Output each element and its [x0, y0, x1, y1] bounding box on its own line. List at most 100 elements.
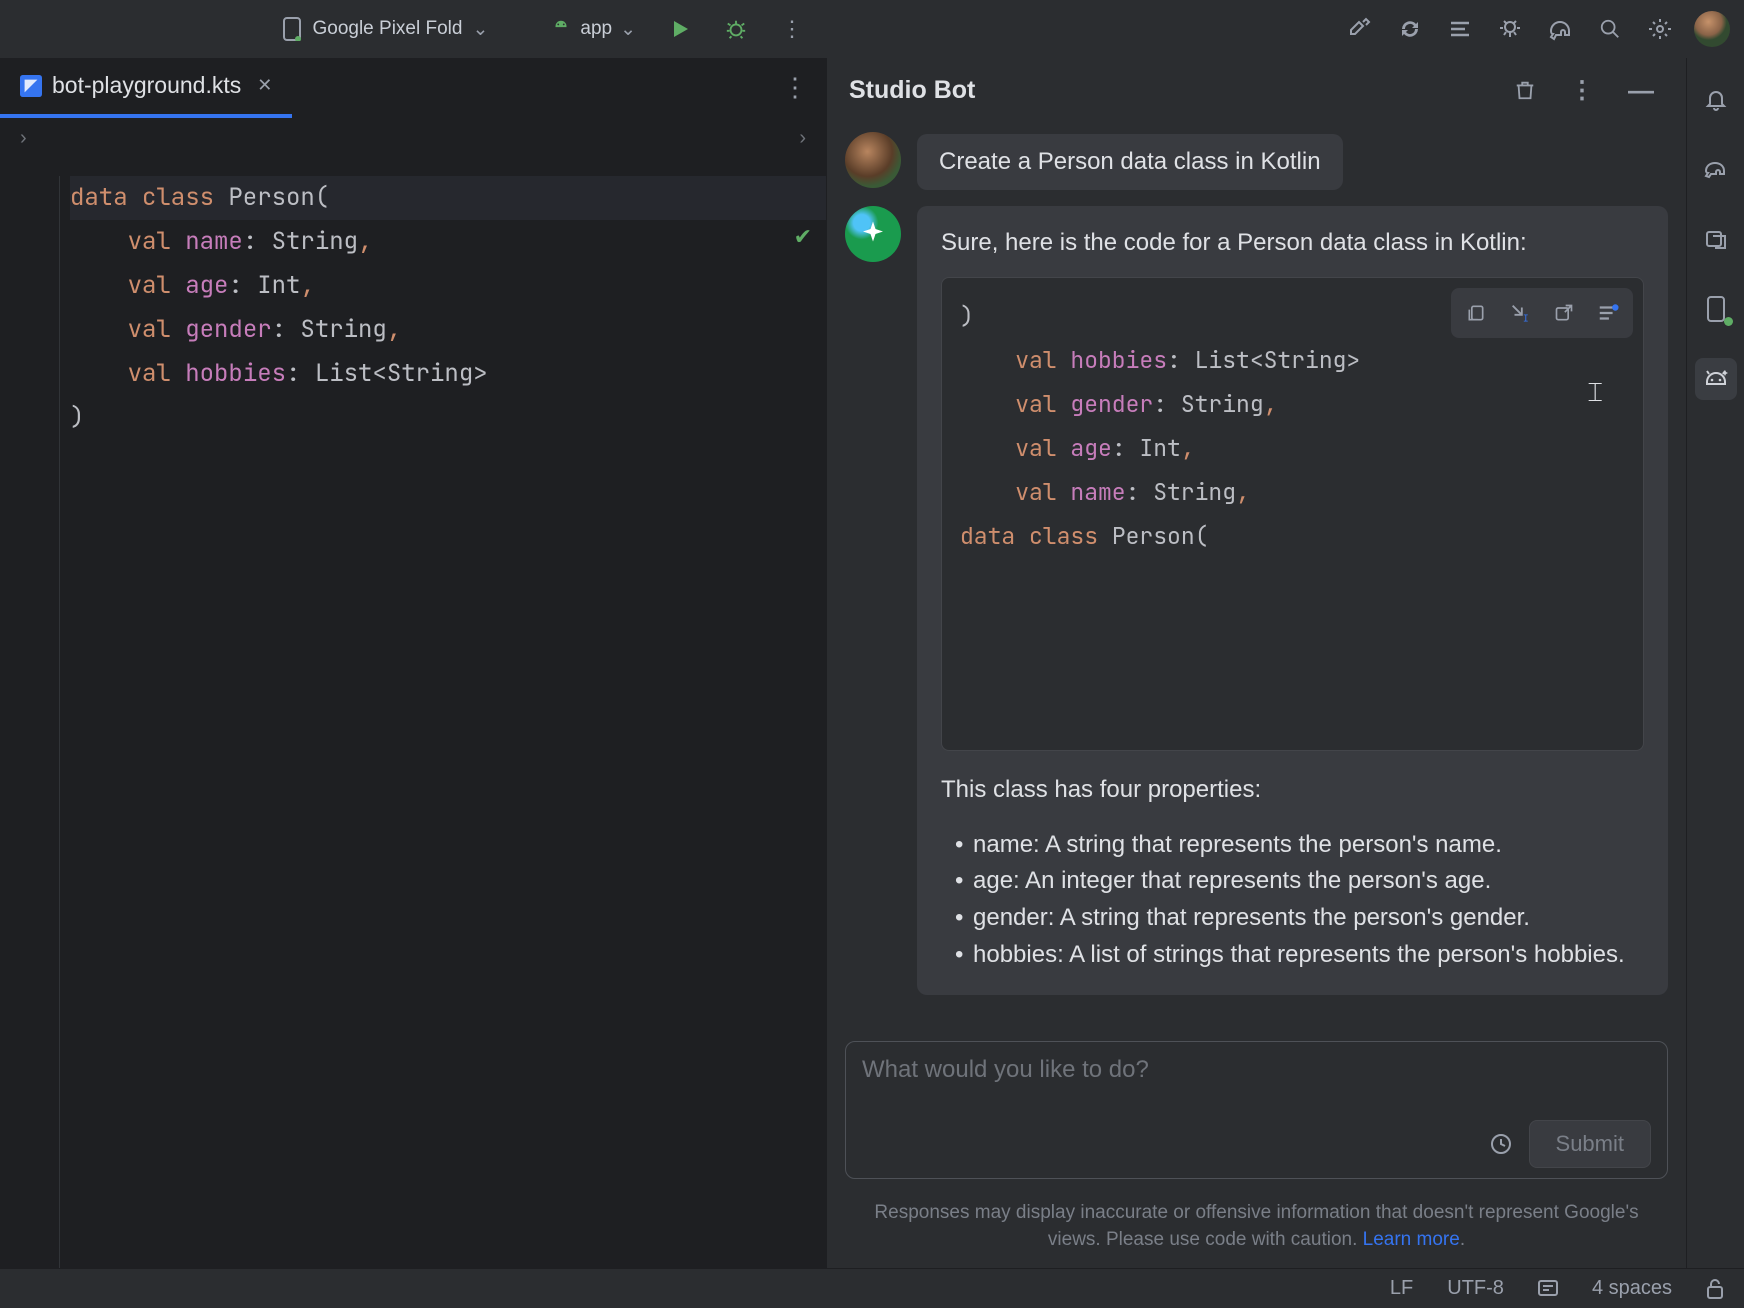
disclaimer-text: Responses may display inaccurate or offe… — [827, 1183, 1686, 1268]
resource-manager-button[interactable] — [1695, 218, 1737, 260]
breadcrumb-bar: › › — [0, 118, 826, 158]
settings-button[interactable] — [1636, 10, 1684, 48]
bars-icon — [1448, 17, 1472, 41]
trash-icon — [1514, 79, 1536, 101]
user-avatar[interactable] — [1694, 11, 1730, 47]
insert-arrow-icon: I — [1509, 302, 1531, 324]
bot-message-body: Sure, here is the code for a Person data… — [917, 206, 1668, 995]
editor-gutter[interactable] — [0, 176, 60, 1268]
kebab-icon: ⋮ — [781, 16, 803, 42]
text-cursor-icon: ⌶ — [1587, 370, 1603, 414]
android-icon — [550, 18, 572, 40]
submit-button[interactable]: Submit — [1529, 1120, 1651, 1168]
debug-button[interactable] — [712, 10, 760, 48]
tab-file-name: bot-playground.kts — [52, 72, 241, 99]
bell-icon — [1704, 87, 1728, 111]
top-toolbar: Google Pixel Fold ⌄ app ⌄ ⋮ — [0, 0, 1744, 58]
minimize-bot-button[interactable]: — — [1618, 69, 1664, 112]
open-in-new-button[interactable] — [1543, 292, 1585, 334]
editor-tab[interactable]: bot-playground.kts ✕ — [0, 58, 292, 118]
bot-more-button[interactable]: ⋮ — [1560, 70, 1604, 111]
copy-code-button[interactable] — [1455, 292, 1497, 334]
bot-input-field[interactable] — [862, 1056, 1651, 1112]
indent-info[interactable]: 4 spaces — [1592, 1277, 1672, 1300]
run-config-selector[interactable]: app ⌄ — [538, 14, 648, 45]
kebab-icon: ⋮ — [782, 72, 808, 102]
bot-conversation[interactable]: Create a Person data class in Kotlin Sur… — [827, 122, 1686, 1027]
running-devices-button[interactable] — [1695, 288, 1737, 330]
lock-toggle[interactable] — [1706, 1279, 1724, 1299]
close-tab-button[interactable]: ✕ — [251, 73, 278, 98]
elephant-icon — [1703, 158, 1729, 180]
clock-icon — [1489, 1132, 1513, 1156]
copy-icon — [1466, 303, 1486, 323]
sparkle-icon — [858, 219, 888, 249]
tab-more-button[interactable]: ⋮ — [764, 72, 826, 103]
layers-icon — [1704, 227, 1728, 251]
insert-at-cursor-button[interactable]: I — [1499, 292, 1541, 334]
property-item: gender: A string that represents the per… — [955, 901, 1644, 936]
gear-icon — [1648, 17, 1672, 41]
studio-bot-tool-button[interactable] — [1695, 358, 1737, 400]
bot-title: Studio Bot — [849, 76, 975, 105]
editor-code[interactable]: data class Person( val name: String, val… — [60, 176, 826, 1268]
bot-code-block[interactable]: ) val hobbies: List<String> val gender: … — [941, 277, 1644, 751]
user-avatar-small — [845, 132, 901, 188]
sync-button[interactable] — [1386, 10, 1434, 48]
bot-intro-text: Sure, here is the code for a Person data… — [941, 226, 1644, 261]
profiler-button[interactable] — [1436, 10, 1484, 48]
bug-icon — [725, 18, 747, 40]
android-sparkle-icon — [1703, 368, 1729, 390]
phone-icon — [282, 17, 302, 41]
breadcrumb-prev[interactable]: › — [10, 123, 37, 154]
property-item: name: A string that represents the perso… — [955, 828, 1644, 863]
right-tool-strip — [1686, 58, 1744, 1268]
bot-avatar — [845, 206, 901, 262]
inspect-icon — [1498, 17, 1522, 41]
delete-conversation-button[interactable] — [1504, 73, 1546, 107]
gradle-button[interactable] — [1695, 148, 1737, 190]
run-config-name: app — [580, 18, 612, 40]
build-button[interactable] — [1336, 10, 1384, 48]
chevron-down-icon: ⌄ — [620, 18, 636, 41]
property-item: age: An integer that represents the pers… — [955, 864, 1644, 899]
bot-subheading: This class has four properties: — [941, 773, 1644, 808]
search-button[interactable] — [1586, 10, 1634, 48]
editor-tab-row: bot-playground.kts ✕ ⋮ — [0, 58, 826, 118]
learn-more-link[interactable]: Learn more — [1363, 1229, 1460, 1250]
line-separator[interactable]: LF — [1390, 1277, 1413, 1300]
hammer-icon — [1348, 17, 1372, 41]
minimize-icon: — — [1628, 75, 1654, 105]
bot-message: Sure, here is the code for a Person data… — [845, 206, 1668, 995]
kotlin-file-icon — [20, 75, 42, 97]
encoding[interactable]: UTF-8 — [1447, 1277, 1504, 1300]
explain-code-button[interactable] — [1587, 292, 1629, 334]
history-button[interactable] — [1489, 1132, 1513, 1156]
search-icon — [1599, 18, 1621, 40]
lock-icon — [1706, 1279, 1724, 1299]
device-name: Google Pixel Fold — [312, 18, 462, 40]
svg-text:I: I — [1523, 312, 1529, 324]
app-inspection-button[interactable] — [1486, 10, 1534, 48]
phone-icon — [1706, 296, 1726, 322]
device-manager-button[interactable] — [1536, 10, 1584, 48]
user-message: Create a Person data class in Kotlin — [845, 132, 1668, 190]
bot-input: Submit — [845, 1041, 1668, 1179]
property-item: hobbies: A list of strings that represen… — [955, 938, 1644, 973]
run-button[interactable] — [656, 10, 704, 48]
inspection-ok-icon[interactable]: ✔ — [794, 224, 812, 250]
properties-list: name: A string that represents the perso… — [941, 828, 1644, 973]
lines-dot-icon — [1597, 302, 1619, 324]
editor-pane: bot-playground.kts ✕ ⋮ › › data class Pe… — [0, 58, 826, 1268]
notifications-button[interactable] — [1695, 78, 1737, 120]
studio-bot-pane: Studio Bot ⋮ — Create a Person data clas… — [826, 58, 1686, 1268]
play-icon — [670, 19, 690, 39]
breadcrumb-next[interactable]: › — [789, 123, 816, 154]
device-selector[interactable]: Google Pixel Fold ⌄ — [270, 13, 500, 45]
user-message-text: Create a Person data class in Kotlin — [917, 134, 1343, 190]
sync-icon — [1398, 17, 1422, 41]
readonly-toggle[interactable] — [1538, 1280, 1558, 1298]
note-icon — [1538, 1280, 1558, 1298]
disclaimer-body: Responses may display inaccurate or offe… — [874, 1202, 1638, 1251]
more-actions-button[interactable]: ⋮ — [768, 10, 816, 48]
